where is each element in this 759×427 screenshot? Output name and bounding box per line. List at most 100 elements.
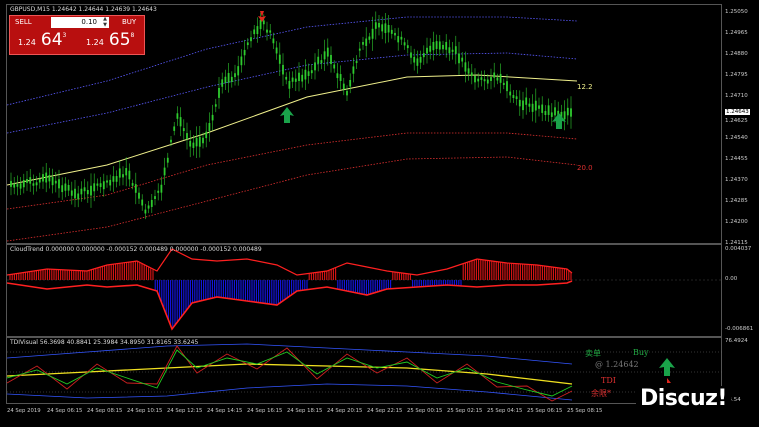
time-axis-label: 24 Sep 14:15 — [207, 408, 243, 414]
candle-body — [438, 41, 441, 50]
candle-body — [234, 73, 236, 78]
candle-body — [16, 184, 19, 187]
price-axis-label: 1.24540 — [725, 135, 748, 141]
candle-body — [118, 168, 121, 178]
candle-body — [474, 75, 476, 83]
ask-price[interactable]: 1.24 658 — [86, 30, 134, 50]
sell-arrow-icon — [258, 11, 266, 22]
candle-body — [531, 103, 534, 112]
candle-body — [416, 58, 419, 66]
candle-body — [282, 64, 284, 75]
discuz-watermark: Discuz! — [636, 386, 731, 411]
candle-body — [29, 177, 32, 184]
candle-body — [42, 174, 44, 182]
candle-body — [314, 62, 316, 71]
candle-body — [125, 168, 128, 176]
candle-body — [333, 64, 336, 69]
price-axis-label: 1.24285 — [725, 198, 748, 204]
tdi-rsi-line — [7, 349, 573, 397]
lot-size-input[interactable]: 0.10 ▲ ▼ — [51, 16, 109, 28]
buy-button[interactable]: BUY — [122, 18, 136, 26]
candle-body — [275, 47, 278, 54]
candle-body — [406, 45, 409, 49]
candle-body — [390, 29, 393, 34]
candle-body — [451, 49, 454, 52]
candle-body — [131, 183, 134, 186]
candle-body — [122, 174, 124, 178]
candle-body — [58, 179, 60, 189]
candle-body — [419, 56, 422, 63]
cloudtrend-axis: 0.004037 0.00 -0.006861 — [722, 244, 759, 337]
candle-body — [566, 107, 569, 116]
candle-body — [115, 176, 118, 182]
cloudtrend-title: CloudTrend 0.000000 0.000000 -0.000152 0… — [10, 246, 262, 253]
candle-body — [32, 183, 35, 186]
ask-price-fraction: 8 — [130, 32, 135, 39]
price-axis-label: 1.24880 — [725, 51, 748, 57]
cloudtrend-pane[interactable]: CloudTrend 0.000000 0.000000 -0.000152 0… — [6, 244, 723, 337]
candle-body — [38, 178, 41, 183]
candle-body — [54, 180, 57, 184]
candle-body — [352, 66, 355, 74]
time-axis-label: 24 Sep 06:15 — [47, 408, 83, 414]
bid-price-fraction: 3 — [62, 32, 67, 39]
candle-body — [371, 28, 374, 39]
sell-button[interactable]: SELL — [15, 18, 32, 26]
candle-body — [246, 42, 249, 46]
candle-body — [243, 49, 246, 56]
time-axis-label: 25 Sep 00:15 — [407, 408, 443, 414]
candle-body — [368, 36, 371, 40]
candle-body — [202, 137, 204, 144]
time-axis-label: 24 Sep 16:15 — [247, 408, 283, 414]
price-axis-label: 1.24455 — [725, 156, 748, 162]
ask-price-pips: 65 — [108, 30, 131, 50]
candle-body — [525, 97, 528, 105]
candle-body — [90, 185, 92, 196]
price-axis-label: 1.24710 — [725, 93, 748, 99]
candle-body — [240, 56, 243, 66]
signal-price: @ 1.24642 — [595, 360, 639, 369]
cloud-axis-max: 0.004037 — [725, 246, 752, 252]
candle-body — [320, 60, 323, 64]
signal-label-cn: 卖单 — [585, 349, 601, 358]
candle-body — [237, 66, 240, 76]
candle-body — [154, 196, 156, 199]
cloud-axis-zero: 0.00 — [725, 276, 738, 282]
candle-body — [19, 183, 22, 189]
one-click-trading-panel: SELL 0.10 ▲ ▼ BUY 1.24 643 1.24 658 — [9, 15, 145, 55]
cloudtrend-chart — [7, 248, 723, 331]
candle-body — [10, 180, 12, 187]
candle-body — [150, 199, 153, 207]
candle-body — [499, 73, 502, 83]
candle-body — [61, 185, 64, 193]
candle-body — [179, 117, 182, 127]
candle-body — [109, 179, 112, 186]
tdi-pane[interactable]: TDIVisual 56.3698 40.8841 25.3984 34.895… — [6, 337, 723, 404]
candle-body — [205, 131, 208, 139]
candle-body — [454, 46, 457, 54]
candle-body — [422, 53, 425, 58]
candle-body — [541, 104, 544, 113]
time-axis-label: 24 Sep 20:15 — [327, 408, 363, 414]
candle-body — [493, 72, 496, 78]
tdi-market-base-line — [7, 363, 573, 385]
candle-body — [570, 108, 572, 117]
price-axis-label: 1.24965 — [725, 30, 748, 36]
time-axis-label: 25 Sep 02:15 — [447, 408, 483, 414]
time-axis-label: 24 Sep 10:15 — [127, 408, 163, 414]
candle-body — [269, 30, 272, 33]
upper-envelope-inner — [7, 52, 578, 134]
bid-price[interactable]: 1.24 643 — [18, 30, 66, 50]
candle-body — [384, 23, 387, 34]
candle-body — [435, 41, 438, 49]
candle-body — [250, 37, 252, 42]
candle-body — [176, 113, 179, 119]
candle-body — [413, 56, 416, 63]
candle-body — [106, 180, 108, 183]
candle-body — [93, 183, 96, 192]
candle-body — [83, 187, 86, 192]
lot-stepper-icon[interactable]: ▲ ▼ — [103, 16, 107, 28]
candle-body — [307, 71, 310, 76]
candle-body — [477, 78, 480, 82]
time-axis-label: 24 Sep 22:15 — [367, 408, 403, 414]
